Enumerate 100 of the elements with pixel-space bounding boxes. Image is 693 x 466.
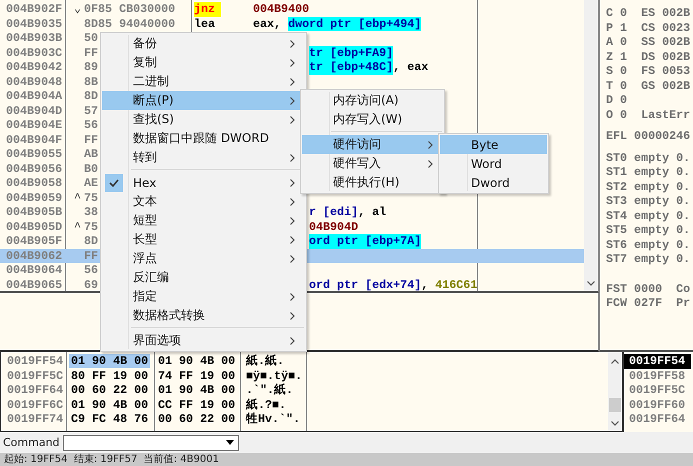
address-text[interactable]: 004B904F bbox=[6, 132, 62, 146]
menu-item[interactable]: 界面选项 bbox=[102, 331, 305, 350]
hex-bytes: 0F85 CB030000 bbox=[84, 2, 176, 16]
address-text[interactable]: 004B9055 bbox=[6, 147, 62, 161]
status-text: 起始: 19FF54 结束: 19FF57 当前值: 4B9001 bbox=[4, 454, 219, 465]
address-text[interactable]: 004B9042 bbox=[6, 60, 62, 74]
hex-bytes: 8D85 94040000 bbox=[84, 16, 176, 30]
hex-bytes[interactable]: 01 90 4B 00 bbox=[69, 398, 150, 412]
stack-address[interactable]: 0019FF64 bbox=[624, 412, 691, 426]
menu-item[interactable]: 长型 bbox=[102, 230, 305, 249]
stack-address[interactable]: 0019FF60 bbox=[624, 398, 691, 412]
ascii-text: 紙.紙. bbox=[246, 354, 284, 368]
hex-bytes[interactable]: 01 90 4B 00 bbox=[156, 383, 238, 397]
address-text[interactable]: 004B904A bbox=[6, 89, 62, 103]
address-text: 0019FF64 bbox=[6, 383, 64, 398]
menu-item[interactable]: 复制 bbox=[102, 53, 305, 72]
scroll-down-icon[interactable] bbox=[611, 421, 619, 426]
menu-item[interactable]: 指定 bbox=[102, 287, 305, 306]
scroll-down-icon[interactable] bbox=[587, 281, 595, 286]
register-line: D 0 bbox=[606, 93, 628, 108]
address-text[interactable]: 004B9056 bbox=[6, 162, 62, 176]
hex-bytes: 57 bbox=[84, 104, 98, 118]
stack-address[interactable]: 0019FF58 bbox=[624, 368, 691, 383]
register-line: FCW 027F Pr bbox=[606, 296, 692, 310]
scroll-up-icon[interactable] bbox=[611, 359, 619, 364]
address-text[interactable]: 004B905B bbox=[6, 205, 62, 219]
ascii-text: 紙.?■. bbox=[246, 398, 286, 412]
address-text[interactable]: 004B9059 bbox=[6, 190, 62, 204]
operand-text: tr [ebp+48C] bbox=[309, 60, 394, 74]
register-line: A 0 SS 002B bbox=[606, 35, 692, 50]
address-text[interactable]: 004B9048 bbox=[6, 74, 62, 88]
hex-bytes[interactable]: CC FF 19 00 bbox=[156, 398, 238, 412]
stack-address[interactable]: 0019FF54 bbox=[624, 354, 691, 368]
operand-text: ord ptr [edx+74] bbox=[309, 278, 422, 291]
register-line: ST7 empty 0. bbox=[606, 252, 692, 266]
hex-bytes: 8B bbox=[84, 74, 98, 88]
menu-item[interactable]: Byte bbox=[440, 135, 547, 154]
address-text[interactable]: 004B9035 bbox=[6, 16, 62, 30]
address-text[interactable]: 004B902F bbox=[6, 2, 62, 16]
scroll-thumb[interactable] bbox=[609, 398, 621, 412]
hex-bytes[interactable]: 00 60 22 00 bbox=[69, 383, 150, 397]
operand-text: 416C61 bbox=[435, 278, 478, 291]
address-text[interactable]: 004B905F bbox=[6, 234, 62, 248]
hex-bytes: 75 bbox=[84, 220, 98, 234]
scrollbar[interactable] bbox=[608, 352, 622, 431]
dropdown-icon[interactable] bbox=[226, 440, 234, 445]
hex-bytes[interactable]: 00 60 22 00 bbox=[156, 412, 238, 426]
address-text[interactable]: 004B903C bbox=[6, 46, 62, 60]
register-line: FST 0000 Co bbox=[606, 282, 692, 296]
command-field[interactable] bbox=[62, 434, 239, 450]
hex-bytes: 50 bbox=[84, 31, 98, 45]
hex-bytes: FF bbox=[84, 46, 98, 60]
hex-bytes: AB bbox=[84, 147, 98, 161]
address-text[interactable]: 004B9065 bbox=[6, 278, 62, 291]
jump-arrow: ^ bbox=[74, 190, 82, 204]
hex-bytes: 8D bbox=[84, 89, 98, 103]
register-line: ST1 empty 0. bbox=[606, 165, 692, 180]
address-operand: 04B904D bbox=[309, 220, 358, 234]
address-text[interactable]: 004B903B bbox=[6, 31, 62, 45]
operand-text: eax, bbox=[253, 16, 282, 31]
address-text[interactable]: 004B904D bbox=[6, 104, 62, 118]
register-line: S 0 FS 0053 bbox=[606, 64, 692, 78]
address-text[interactable]: 004B905D bbox=[6, 220, 62, 234]
operand-text: r [edi] bbox=[309, 205, 358, 220]
register-line: ST5 empty 0. bbox=[606, 223, 692, 238]
hex-bytes[interactable]: C9 FC 48 76 bbox=[69, 412, 150, 426]
menu-item[interactable]: Dword bbox=[440, 173, 547, 192]
hex-bytes[interactable]: 01 90 4B 00 bbox=[69, 354, 150, 368]
address-text: 0019FF74 bbox=[6, 412, 64, 426]
menu-item[interactable]: 短型 bbox=[102, 211, 305, 230]
mnemonic-text: jnz bbox=[194, 2, 221, 16]
scrollbar[interactable] bbox=[584, 0, 598, 291]
hex-bytes[interactable]: 01 90 4B 00 bbox=[156, 354, 238, 368]
menu-item[interactable]: 内存写入(W) bbox=[302, 110, 443, 129]
operand-text: dword ptr [ebp+494] bbox=[288, 16, 422, 31]
menu-item[interactable]: 文本 bbox=[102, 192, 305, 211]
stack-address[interactable]: 0019FF5C bbox=[624, 383, 691, 398]
command-label: Command bbox=[3, 436, 60, 449]
operand-text: , bbox=[421, 278, 430, 291]
hex-bytes: 69 bbox=[84, 278, 98, 291]
menu-item[interactable]: 二进制 bbox=[102, 72, 305, 91]
hex-bytes: 38 bbox=[84, 205, 98, 219]
hex-bytes: 8D bbox=[84, 234, 98, 248]
menu-item[interactable]: 反汇编 bbox=[102, 268, 305, 287]
hex-bytes: 75 bbox=[84, 190, 98, 204]
hex-bytes: AE bbox=[84, 176, 98, 190]
hex-bytes[interactable]: 80 FF 19 00 bbox=[69, 368, 150, 382]
operand-text: , al bbox=[358, 205, 386, 220]
address-text[interactable]: 004B904E bbox=[6, 118, 62, 132]
jump-arrow: ⌄ bbox=[74, 2, 82, 16]
menu-item[interactable]: 数据格式转换 bbox=[102, 306, 305, 325]
hex-bytes[interactable]: 74 FF 19 00 bbox=[156, 368, 238, 382]
register-line: C 0 ES 002B bbox=[606, 6, 692, 20]
address-text[interactable]: 004B9058 bbox=[6, 176, 62, 190]
menu-item[interactable]: 浮点 bbox=[102, 249, 305, 268]
menu-item[interactable]: 内存访问(A) bbox=[302, 91, 443, 110]
address-text[interactable]: 004B9064 bbox=[6, 263, 62, 277]
operand-text: tr [ebp+FA9] bbox=[309, 46, 394, 60]
menu-item[interactable]: 备份 bbox=[102, 34, 305, 53]
menu-item[interactable]: Word bbox=[440, 154, 547, 173]
